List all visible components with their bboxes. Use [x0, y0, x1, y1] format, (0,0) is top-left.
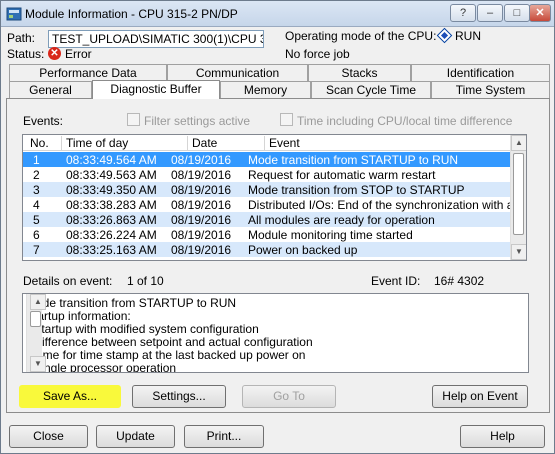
filter-settings-checkbox[interactable]: [127, 113, 140, 126]
save-as-button[interactable]: Save As...: [19, 385, 121, 408]
status-label: Status:: [7, 47, 45, 61]
event-details-text[interactable]: Mode transition from STARTUP to RUN Star…: [22, 293, 529, 373]
time-cpu-local-checkbox[interactable]: [280, 113, 293, 126]
scroll-down-arrow-icon[interactable]: ▼: [511, 244, 526, 260]
tab-communication[interactable]: Communication: [167, 64, 308, 81]
details-label: Details on event:: [23, 274, 113, 288]
module-info-app-icon: [6, 7, 22, 21]
tab-identification[interactable]: Identification: [411, 64, 550, 81]
title-bar: Module Information - CPU 315-2 PN/DP ? –…: [1, 1, 554, 27]
scroll-up-arrow-icon[interactable]: ▲: [511, 135, 526, 151]
scroll-thumb[interactable]: [30, 311, 41, 327]
maximize-button[interactable]: □: [504, 4, 530, 22]
help-window-button[interactable]: ?: [450, 4, 476, 22]
column-header-date[interactable]: Date: [188, 136, 265, 151]
filter-settings-label: Filter settings active: [144, 114, 251, 128]
tab-general[interactable]: General: [9, 81, 92, 98]
update-button[interactable]: Update: [96, 425, 175, 448]
status-value: Error: [65, 47, 92, 61]
table-row[interactable]: 1 08:33:49.564 AM 08/19/2016 Mode transi…: [23, 152, 511, 167]
run-mode-icon: [436, 27, 453, 44]
events-scrollbar[interactable]: ▲ ▼: [510, 135, 526, 260]
window-title: Module Information - CPU 315-2 PN/DP: [25, 7, 238, 21]
column-header-time[interactable]: Time of day: [62, 136, 188, 151]
print-button[interactable]: Print...: [184, 425, 264, 448]
tab-time-system[interactable]: Time System: [431, 81, 550, 98]
error-icon: ✕: [48, 47, 61, 60]
help-button[interactable]: Help: [460, 425, 545, 448]
table-row[interactable]: 4 08:33:38.283 AM 08/19/2016 Distributed…: [23, 197, 511, 212]
table-row[interactable]: 3 08:33:49.350 AM 08/19/2016 Mode transi…: [23, 182, 511, 197]
details-scrollbar[interactable]: ▲ ▼: [26, 294, 46, 372]
events-label: Events:: [23, 114, 64, 128]
tab-performance-data[interactable]: Performance Data: [9, 64, 167, 81]
tab-memory[interactable]: Memory: [220, 81, 311, 98]
time-cpu-local-label: Time including CPU/local time difference: [297, 114, 513, 128]
details-counter: 1 of 10: [127, 274, 164, 288]
help-on-event-button[interactable]: Help on Event: [432, 385, 528, 408]
scroll-down-arrow-icon[interactable]: ▼: [30, 356, 46, 372]
operating-mode-value: RUN: [455, 29, 481, 43]
column-header-no[interactable]: No.: [23, 136, 62, 151]
module-information-window: Module Information - CPU 315-2 PN/DP ? –…: [0, 0, 555, 454]
scroll-thumb[interactable]: [513, 153, 524, 235]
close-button[interactable]: Close: [9, 425, 88, 448]
event-id-value: 16# 4302: [434, 274, 485, 288]
close-window-button[interactable]: ✕: [529, 4, 551, 22]
table-row[interactable]: 5 08:33:26.863 AM 08/19/2016 All modules…: [23, 212, 511, 227]
events-table[interactable]: No. Time of day Date Event 1 08:33:49.56…: [22, 134, 527, 261]
path-field: TEST_UPLOAD\SIMATIC 300(1)\CPU 315-2: [48, 30, 264, 48]
operating-mode-label: Operating mode of the CPU:: [285, 29, 437, 43]
table-row[interactable]: 6 08:33:26.224 AM 08/19/2016 Module moni…: [23, 227, 511, 242]
tab-scan-cycle-time[interactable]: Scan Cycle Time: [311, 81, 431, 98]
settings-button[interactable]: Settings...: [132, 385, 226, 408]
table-row[interactable]: 2 08:33:49.563 AM 08/19/2016 Request for…: [23, 167, 511, 182]
events-table-header: No. Time of day Date Event: [23, 135, 511, 151]
path-label: Path:: [7, 31, 36, 45]
go-to-button[interactable]: Go To: [242, 385, 336, 408]
tab-diagnostic-buffer[interactable]: Diagnostic Buffer: [92, 80, 220, 99]
table-row[interactable]: 7 08:33:25.163 AM 08/19/2016 Power on ba…: [23, 242, 511, 257]
minimize-button[interactable]: –: [477, 4, 503, 22]
column-header-event[interactable]: Event: [265, 136, 511, 151]
event-id-label: Event ID:: [371, 274, 421, 288]
tab-stacks[interactable]: Stacks: [308, 64, 411, 81]
scroll-up-arrow-icon[interactable]: ▲: [30, 294, 46, 310]
force-job-status: No force job: [285, 47, 350, 61]
